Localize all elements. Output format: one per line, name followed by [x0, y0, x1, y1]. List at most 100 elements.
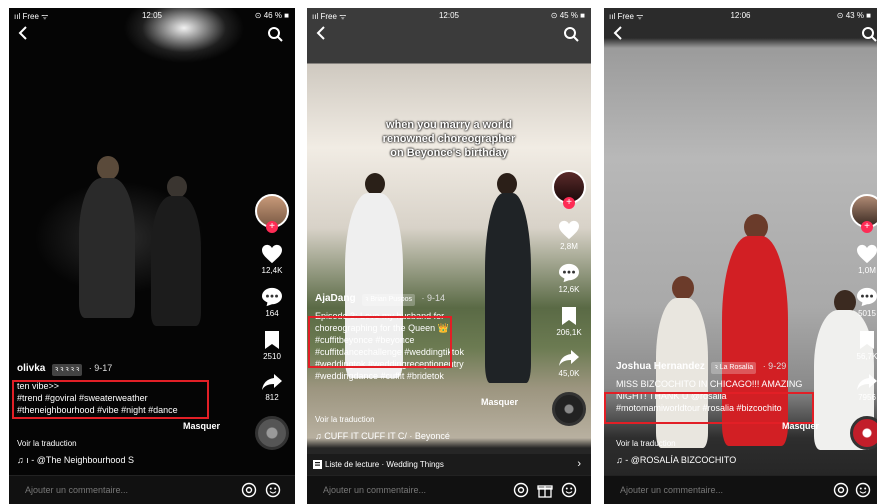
tagged-user-pill[interactable]: ꝛ ꝛ ꝛ ꝛ ꝛ — [51, 364, 83, 376]
see-translation-link[interactable]: Voir la traduction — [315, 415, 375, 424]
like-count: 1,0M — [858, 266, 876, 275]
battery-label: ⊙ 45 % ■ — [550, 11, 585, 20]
overlay-line: on Beyonce's birthday — [390, 147, 508, 159]
highlight-box — [308, 316, 452, 368]
comment-bar[interactable]: Ajouter un commentaire... — [9, 475, 295, 504]
like-button[interactable]: 12,4K — [252, 244, 292, 275]
music-disc[interactable] — [255, 416, 289, 450]
save-count: 206,1K — [556, 328, 582, 337]
save-count: 2510 — [263, 352, 281, 361]
comment-button[interactable]: 12,6K — [549, 263, 589, 294]
highlight-box — [604, 392, 814, 424]
highlight-box — [12, 380, 209, 419]
music-disc[interactable] — [552, 392, 586, 426]
save-button[interactable]: 2510 — [252, 330, 292, 361]
music-disc[interactable] — [850, 416, 877, 450]
share-button[interactable]: 7956 — [847, 373, 877, 402]
hashtag-line[interactable]: #weddingdance #cuffit #bridetok — [315, 370, 464, 382]
music-ticker[interactable]: ♫ CUFF IT CUFF IT C/ · Beyoncé — [315, 431, 450, 441]
post-date: · 9-29 — [762, 361, 787, 371]
comment-icon — [559, 263, 579, 283]
like-count: 2,8M — [560, 242, 578, 251]
share-icon — [262, 374, 282, 390]
music-ticker[interactable]: ♫ - @ROSALÍA BIZCOCHITO — [616, 455, 736, 465]
like-count: 12,4K — [261, 266, 283, 275]
action-rail: + 12,4K 164 2510 812 — [252, 194, 292, 450]
search-icon[interactable] — [267, 26, 283, 42]
post-date: · 9-17 — [88, 363, 113, 373]
username[interactable]: olivka — [17, 363, 45, 374]
comment-bar[interactable]: Ajouter un commentaire... — [307, 475, 591, 504]
caption-header: AjaDang ꝛ Brian Puspos · 9-14 — [315, 292, 445, 306]
back-chevron-icon[interactable] — [17, 24, 29, 42]
comment-button[interactable]: 164 — [252, 287, 292, 318]
comment-button[interactable]: 5015 — [847, 287, 877, 318]
emoji-icon[interactable] — [265, 482, 281, 498]
music-ticker[interactable]: ♫ ı - @The Neighbourhood S — [17, 455, 134, 465]
caption-header: olivka ꝛ ꝛ ꝛ ꝛ ꝛ · 9-17 — [17, 362, 112, 376]
gift-icon[interactable] — [537, 482, 553, 498]
emoji-icon[interactable] — [855, 482, 871, 498]
back-chevron-icon[interactable] — [612, 24, 624, 42]
comment-input[interactable]: Ajouter un commentaire... — [323, 485, 426, 495]
back-chevron-icon[interactable] — [315, 24, 327, 42]
chevron-right-icon: › — [577, 458, 581, 470]
search-icon[interactable] — [563, 26, 579, 42]
at-icon[interactable] — [833, 482, 849, 498]
emoji-icon[interactable] — [561, 482, 577, 498]
comment-input[interactable]: Ajouter un commentaire... — [25, 485, 128, 495]
save-button[interactable]: 56,7K — [847, 330, 877, 361]
see-translation-link[interactable]: Voir la traduction — [17, 439, 77, 448]
comment-icon — [857, 287, 877, 307]
dancer-figure — [167, 176, 187, 198]
search-icon[interactable] — [861, 26, 877, 42]
dancer-figure — [151, 196, 201, 326]
avatar[interactable]: + — [552, 170, 586, 209]
bride-figure — [365, 173, 385, 195]
playlist-bar[interactable]: Liste de lecture · Wedding Things › — [307, 454, 591, 476]
bookmark-icon — [265, 331, 279, 349]
at-icon[interactable] — [241, 482, 257, 498]
comment-bar[interactable]: Ajouter un commentaire... — [604, 475, 877, 504]
comment-input[interactable]: Ajouter un commentaire... — [620, 485, 723, 495]
overlay-line: renowned choreographer — [382, 133, 516, 145]
video-overlay-text: when you marry a world renowned choreogr… — [307, 118, 591, 160]
share-button[interactable]: 812 — [252, 373, 292, 402]
battery-label: ⊙ 46 % ■ — [254, 11, 289, 20]
save-button[interactable]: 206,1K — [549, 306, 589, 337]
video-panel-2[interactable]: ııl Free ᯤ 12:05 ⊙ 45 % ■ when you marry… — [307, 8, 591, 504]
like-button[interactable]: 1,0M — [847, 244, 877, 275]
follow-plus-icon[interactable]: + — [266, 221, 278, 233]
status-bar: ııl Free ᯤ 12:05 ⊙ 45 % ■ — [307, 10, 591, 22]
bookmark-icon — [562, 307, 576, 325]
username[interactable]: AjaDang — [315, 293, 356, 304]
video-panel-3[interactable]: ııl Free ᯤ 12:06 ⊙ 43 % ■ + 1,0M 5015 56… — [604, 8, 877, 504]
hide-caption-button[interactable]: Masquer — [183, 421, 220, 431]
see-translation-link[interactable]: Voir la traduction — [616, 439, 676, 448]
hide-caption-button[interactable]: Masquer — [782, 421, 819, 431]
avatar[interactable]: + — [255, 194, 289, 233]
bookmark-icon — [860, 331, 874, 349]
comment-icon — [262, 287, 282, 307]
playlist-label: Liste de lecture · Wedding Things — [325, 460, 444, 469]
battery-label: ⊙ 43 % ■ — [836, 11, 871, 20]
at-icon[interactable] — [513, 482, 529, 498]
comment-count: 12,6K — [558, 285, 580, 294]
follow-plus-icon[interactable]: + — [563, 197, 575, 209]
username[interactable]: Joshua Hernandez — [616, 361, 705, 372]
action-rail: + 1,0M 5015 56,7K 7956 — [847, 194, 877, 450]
tagged-user-pill[interactable]: ꝛ La Rosalía — [711, 362, 757, 374]
video-panel-1[interactable]: ııl Free ᯤ 12:05 ⊙ 46 % ■ + 12,4K 164 25… — [9, 8, 295, 504]
post-date: · 9-14 — [421, 293, 446, 303]
follow-plus-icon[interactable]: + — [861, 221, 873, 233]
like-button[interactable]: 2,8M — [549, 220, 589, 251]
comment-count: 5015 — [858, 309, 876, 318]
status-bar: ııl Free ᯤ 12:06 ⊙ 43 % ■ — [604, 10, 877, 22]
hide-caption-button[interactable]: Masquer — [481, 397, 518, 407]
tagged-user-pill[interactable]: ꝛ Brian Puspos — [362, 294, 415, 306]
avatar[interactable]: + — [850, 194, 877, 233]
groom-figure — [497, 173, 517, 195]
clock: 12:05 — [141, 11, 163, 20]
status-bar: ııl Free ᯤ 12:05 ⊙ 46 % ■ — [9, 10, 295, 22]
share-button[interactable]: 45,0K — [549, 349, 589, 378]
